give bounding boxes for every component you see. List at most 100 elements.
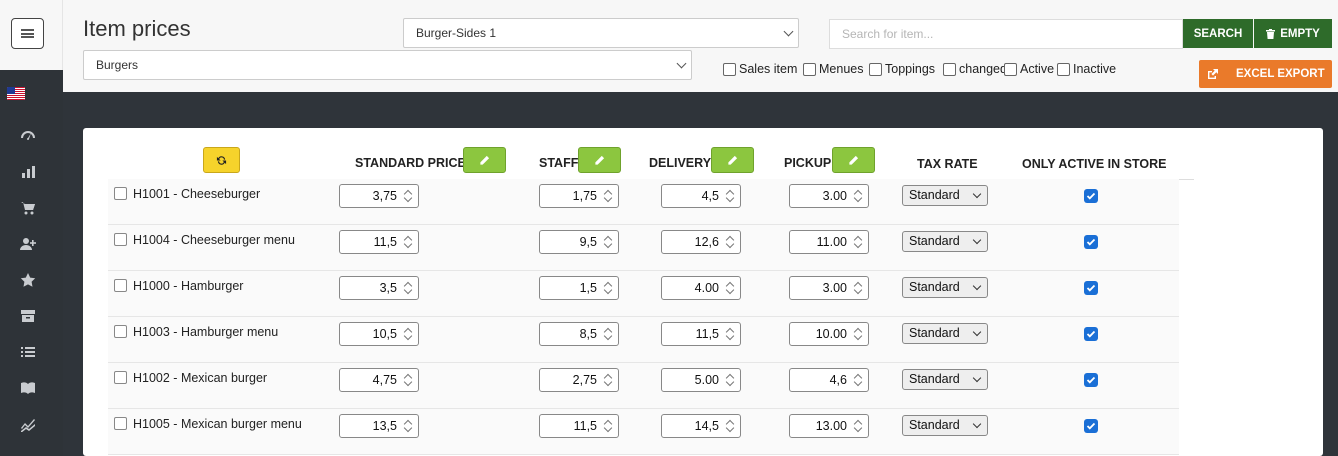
row-select-checkbox[interactable] [114,233,127,246]
spinner-icon[interactable] [726,281,735,295]
spinner-icon[interactable] [726,189,735,203]
spinner-icon[interactable] [604,327,613,341]
standard-price-input[interactable]: 3,5 [339,276,419,300]
spinner-icon[interactable] [604,373,613,387]
tax-rate-select[interactable]: Standard [902,185,988,206]
empty-button[interactable]: EMPTY [1254,19,1332,48]
refresh-button[interactable] [203,147,240,173]
add-user-icon[interactable] [18,234,38,254]
filter-sales-item[interactable]: Sales item [723,62,797,76]
spinner-icon[interactable] [854,419,863,433]
category-select[interactable]: Burgers [83,50,692,80]
standard-price-input[interactable]: 3,75 [339,184,419,208]
spinner-icon[interactable] [604,281,613,295]
pickup-price-input[interactable]: 11.00 [789,230,869,254]
tax-rate-select[interactable]: Standard [902,369,988,390]
staff-price-input[interactable]: 1,75 [539,184,619,208]
spinner-icon[interactable] [404,189,413,203]
pickup-price-input[interactable]: 10.00 [789,322,869,346]
pickup-price-input[interactable]: 3.00 [789,276,869,300]
row-select-checkbox[interactable] [114,279,127,292]
menu-icon[interactable] [11,18,44,49]
pickup-price-input[interactable]: 13.00 [789,414,869,438]
spinner-icon[interactable] [854,281,863,295]
edit-pickup-button[interactable] [832,147,875,173]
search-input[interactable]: Search for item... [829,19,1183,49]
edit-delivery-button[interactable] [711,147,754,173]
row-select-checkbox[interactable] [114,371,127,384]
row-select-checkbox[interactable] [114,187,127,200]
filter-checkbox[interactable] [943,62,956,76]
row-select-checkbox[interactable] [114,325,127,338]
filter-inactive[interactable]: Inactive [1057,62,1116,76]
standard-price-input[interactable]: 11,5 [339,230,419,254]
spinner-icon[interactable] [404,281,413,295]
standard-price-input[interactable]: 13,5 [339,414,419,438]
delivery-price-input[interactable]: 14,5 [661,414,741,438]
tax-rate-select[interactable]: Standard [902,277,988,298]
spinner-icon[interactable] [604,189,613,203]
filter-toppings[interactable]: Toppings [869,62,935,76]
excel-export-button[interactable]: EXCEL EXPORT [1199,60,1332,88]
pickup-price-input[interactable]: 3.00 [789,184,869,208]
archive-icon[interactable] [18,306,38,326]
spinner-icon[interactable] [854,235,863,249]
delivery-price-input[interactable]: 4,5 [661,184,741,208]
filter-checkbox[interactable] [803,62,816,76]
edit-standard-price-button[interactable] [463,147,506,173]
staff-price-input[interactable]: 2,75 [539,368,619,392]
trend-icon[interactable] [18,414,38,434]
standard-price-input[interactable]: 4,75 [339,368,419,392]
pickup-price-input[interactable]: 4,6 [789,368,869,392]
only-active-checkbox[interactable] [1084,281,1098,295]
filter-menues[interactable]: Menues [803,62,863,76]
delivery-price-input[interactable]: 5.00 [661,368,741,392]
book-icon[interactable] [18,378,38,398]
spinner-icon[interactable] [404,419,413,433]
delivery-price-input[interactable]: 4.00 [661,276,741,300]
filter-checkbox[interactable] [869,62,882,76]
tax-rate-select[interactable]: Standard [902,231,988,252]
spinner-icon[interactable] [854,373,863,387]
row-select-checkbox[interactable] [114,417,127,430]
chart-icon[interactable] [18,162,38,182]
spinner-icon[interactable] [604,235,613,249]
only-active-checkbox[interactable] [1084,373,1098,387]
delivery-price-input[interactable]: 11,5 [661,322,741,346]
tax-rate-select[interactable]: Standard [902,415,988,436]
spinner-icon[interactable] [404,235,413,249]
search-button[interactable]: SEARCH [1183,19,1253,48]
spinner-icon[interactable] [854,189,863,203]
filter-active[interactable]: Active [1004,62,1054,76]
dashboard-icon[interactable] [18,126,38,146]
list-icon[interactable] [18,342,38,362]
spinner-icon[interactable] [726,419,735,433]
staff-price-input[interactable]: 8,5 [539,322,619,346]
staff-price-input[interactable]: 1,5 [539,276,619,300]
only-active-checkbox[interactable] [1084,189,1098,203]
standard-price-input[interactable]: 10,5 [339,322,419,346]
filter-checkbox[interactable] [723,62,736,76]
filter-checkbox[interactable] [1057,62,1070,76]
spinner-icon[interactable] [604,419,613,433]
only-active-checkbox[interactable] [1084,235,1098,249]
spinner-icon[interactable] [726,373,735,387]
staff-price-input[interactable]: 11,5 [539,414,619,438]
star-icon[interactable] [18,270,38,290]
us-flag-icon[interactable] [7,87,25,100]
spinner-icon[interactable] [726,327,735,341]
spinner-icon[interactable] [854,327,863,341]
spinner-icon[interactable] [404,327,413,341]
group-select[interactable]: Burger-Sides 1 [403,18,799,48]
cart-icon[interactable] [18,198,38,218]
tax-rate-select[interactable]: Standard [902,323,988,344]
edit-staff-button[interactable] [578,147,621,173]
only-active-checkbox[interactable] [1084,419,1098,433]
spinner-icon[interactable] [404,373,413,387]
delivery-price-input[interactable]: 12,6 [661,230,741,254]
filter-checkbox[interactable] [1004,62,1017,76]
staff-price-input[interactable]: 9,5 [539,230,619,254]
filter-changed[interactable]: changed [943,62,1007,76]
spinner-icon[interactable] [726,235,735,249]
only-active-checkbox[interactable] [1084,327,1098,341]
